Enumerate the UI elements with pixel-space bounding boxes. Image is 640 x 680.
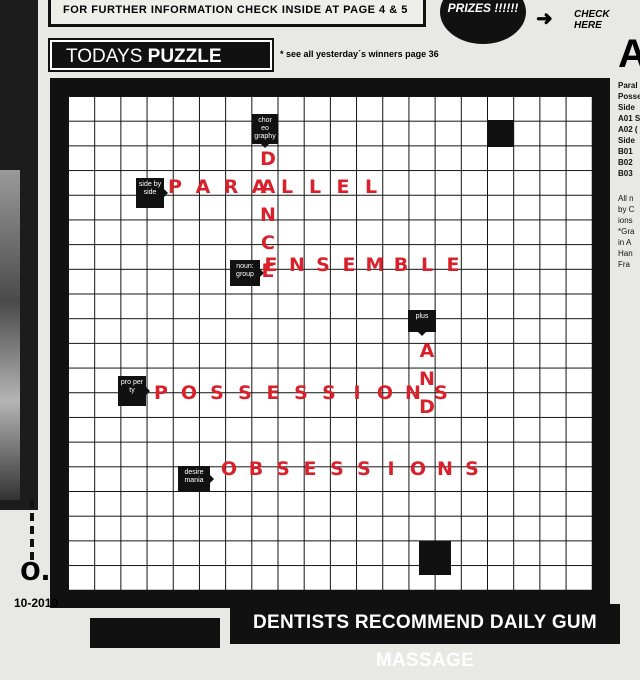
right-line: A01 S	[618, 114, 640, 123]
answer-letter-possessions[interactable]: S	[428, 382, 454, 404]
info-banner: FOR FURTHER INFORMATION CHECK INSIDE AT …	[48, 0, 426, 27]
answer-letter-dance[interactable]: C	[255, 232, 281, 254]
answer-letter-obsessions[interactable]: O	[216, 458, 242, 480]
answer-letter-possessions[interactable]: S	[204, 382, 230, 404]
winners-note: * see all yesterday´s winners page 36	[280, 49, 439, 59]
issue-mark: o.	[20, 550, 51, 588]
answer-letter-parallel[interactable]: R	[218, 176, 244, 198]
puzzle-title-puzzle: PUZZLE	[147, 46, 222, 67]
clue-side-by-side[interactable]: side by side	[136, 178, 168, 208]
right-note-line: ions	[618, 216, 633, 225]
clue-property[interactable]: pro per ty	[118, 376, 150, 406]
answer-letter-ensemble[interactable]: B	[388, 254, 414, 276]
portrait-photo	[0, 170, 20, 500]
answer-letter-obsessions[interactable]: S	[270, 458, 296, 480]
answer-letter-ensemble[interactable]: M	[362, 254, 388, 276]
black-cell	[419, 541, 451, 575]
answer-letter-ensemble[interactable]: N	[284, 254, 310, 276]
right-line: Side	[618, 136, 635, 145]
answer-letter-ensemble[interactable]: S	[310, 254, 336, 276]
right-column-text: Paral Posse Side A01 S A02 ( Side B01 B0…	[618, 80, 640, 340]
answer-letter-parallel[interactable]: A	[190, 176, 216, 198]
answer-letter-ensemble[interactable]: L	[414, 254, 440, 276]
info-banner-text: FOR FURTHER INFORMATION CHECK INSIDE AT …	[63, 4, 408, 16]
clue-desire-mania[interactable]: desire mania	[178, 466, 214, 492]
crossword-board: chor eo graphy side by side noun: group …	[50, 78, 610, 608]
answer-letter-possessions[interactable]: S	[232, 382, 258, 404]
clue-plus[interactable]: plus	[408, 310, 436, 336]
answer-letter-parallel[interactable]: L	[302, 176, 328, 198]
puzzle-title-todays: TODAYS	[66, 46, 143, 67]
answer-letter-obsessions[interactable]: O	[405, 458, 431, 480]
right-note-line: *Gra	[618, 227, 635, 236]
right-line: Posse	[618, 92, 640, 101]
answer-letter-possessions[interactable]: N	[400, 382, 426, 404]
black-cell	[487, 120, 514, 147]
answer-letter-possessions[interactable]: O	[176, 382, 202, 404]
right-line: B03	[618, 169, 633, 178]
answer-letter-parallel[interactable]: E	[330, 176, 356, 198]
answer-letter-ensemble[interactable]: E	[258, 254, 284, 276]
issue-date: 10-2010	[14, 596, 59, 610]
answer-letter-parallel[interactable]: L	[274, 176, 300, 198]
answer-letter-obsessions[interactable]: I	[378, 458, 404, 480]
puzzle-title: TODAYS PUZZLE	[48, 38, 274, 72]
arrow-right-icon: ➜	[536, 8, 553, 30]
answer-letter-obsessions[interactable]: B	[243, 458, 269, 480]
right-note-line: in A	[618, 238, 632, 247]
answer-letter-obsessions[interactable]: S	[324, 458, 350, 480]
masthead-fragment	[90, 618, 220, 648]
right-line: A02 (	[618, 125, 638, 134]
right-note-line: by C	[618, 205, 635, 214]
answer-letter-parallel[interactable]: P	[162, 176, 188, 198]
answer-letter-obsessions[interactable]: S	[459, 458, 485, 480]
check-here-link[interactable]: CHECK HERE	[574, 9, 640, 31]
answer-letter-possessions[interactable]: P	[148, 382, 174, 404]
answer-letter-parallel[interactable]: L	[358, 176, 384, 198]
answer-letter-dance[interactable]: N	[255, 204, 281, 226]
answer-letter-dance[interactable]: D	[255, 148, 281, 170]
photo-strip	[0, 0, 38, 510]
right-line: B01	[618, 147, 633, 156]
right-column-initial: A	[618, 32, 640, 76]
right-note-line: Han	[618, 249, 633, 258]
right-note-line: Fra	[618, 260, 630, 269]
answer-letter-possessions[interactable]: S	[316, 382, 342, 404]
answer-letter-obsessions[interactable]: E	[297, 458, 323, 480]
answer-letter-and[interactable]: A	[414, 340, 440, 362]
answer-letter-obsessions[interactable]: N	[432, 458, 458, 480]
right-line: B02	[618, 158, 633, 167]
answer-letter-possessions[interactable]: S	[288, 382, 314, 404]
right-line: Side	[618, 103, 635, 112]
right-note-line: All n	[618, 194, 634, 203]
headline: DENTISTS RECOMMEND DAILY GUM MASSAGE	[230, 604, 620, 671]
answer-letter-ensemble[interactable]: E	[440, 254, 466, 276]
answer-letter-obsessions[interactable]: S	[351, 458, 377, 480]
answer-letter-parallel[interactable]: A	[246, 176, 272, 198]
clue-choreography[interactable]: chor eo graphy	[252, 114, 278, 148]
answer-letter-possessions[interactable]: E	[260, 382, 286, 404]
answer-letter-possessions[interactable]: O	[372, 382, 398, 404]
prizes-badge[interactable]: PRIZES !!!!!!	[440, 0, 526, 44]
answer-letter-possessions[interactable]: I	[344, 382, 370, 404]
answer-letter-ensemble[interactable]: E	[336, 254, 362, 276]
crossword-grid	[68, 96, 592, 590]
right-line: Paral	[618, 81, 638, 90]
